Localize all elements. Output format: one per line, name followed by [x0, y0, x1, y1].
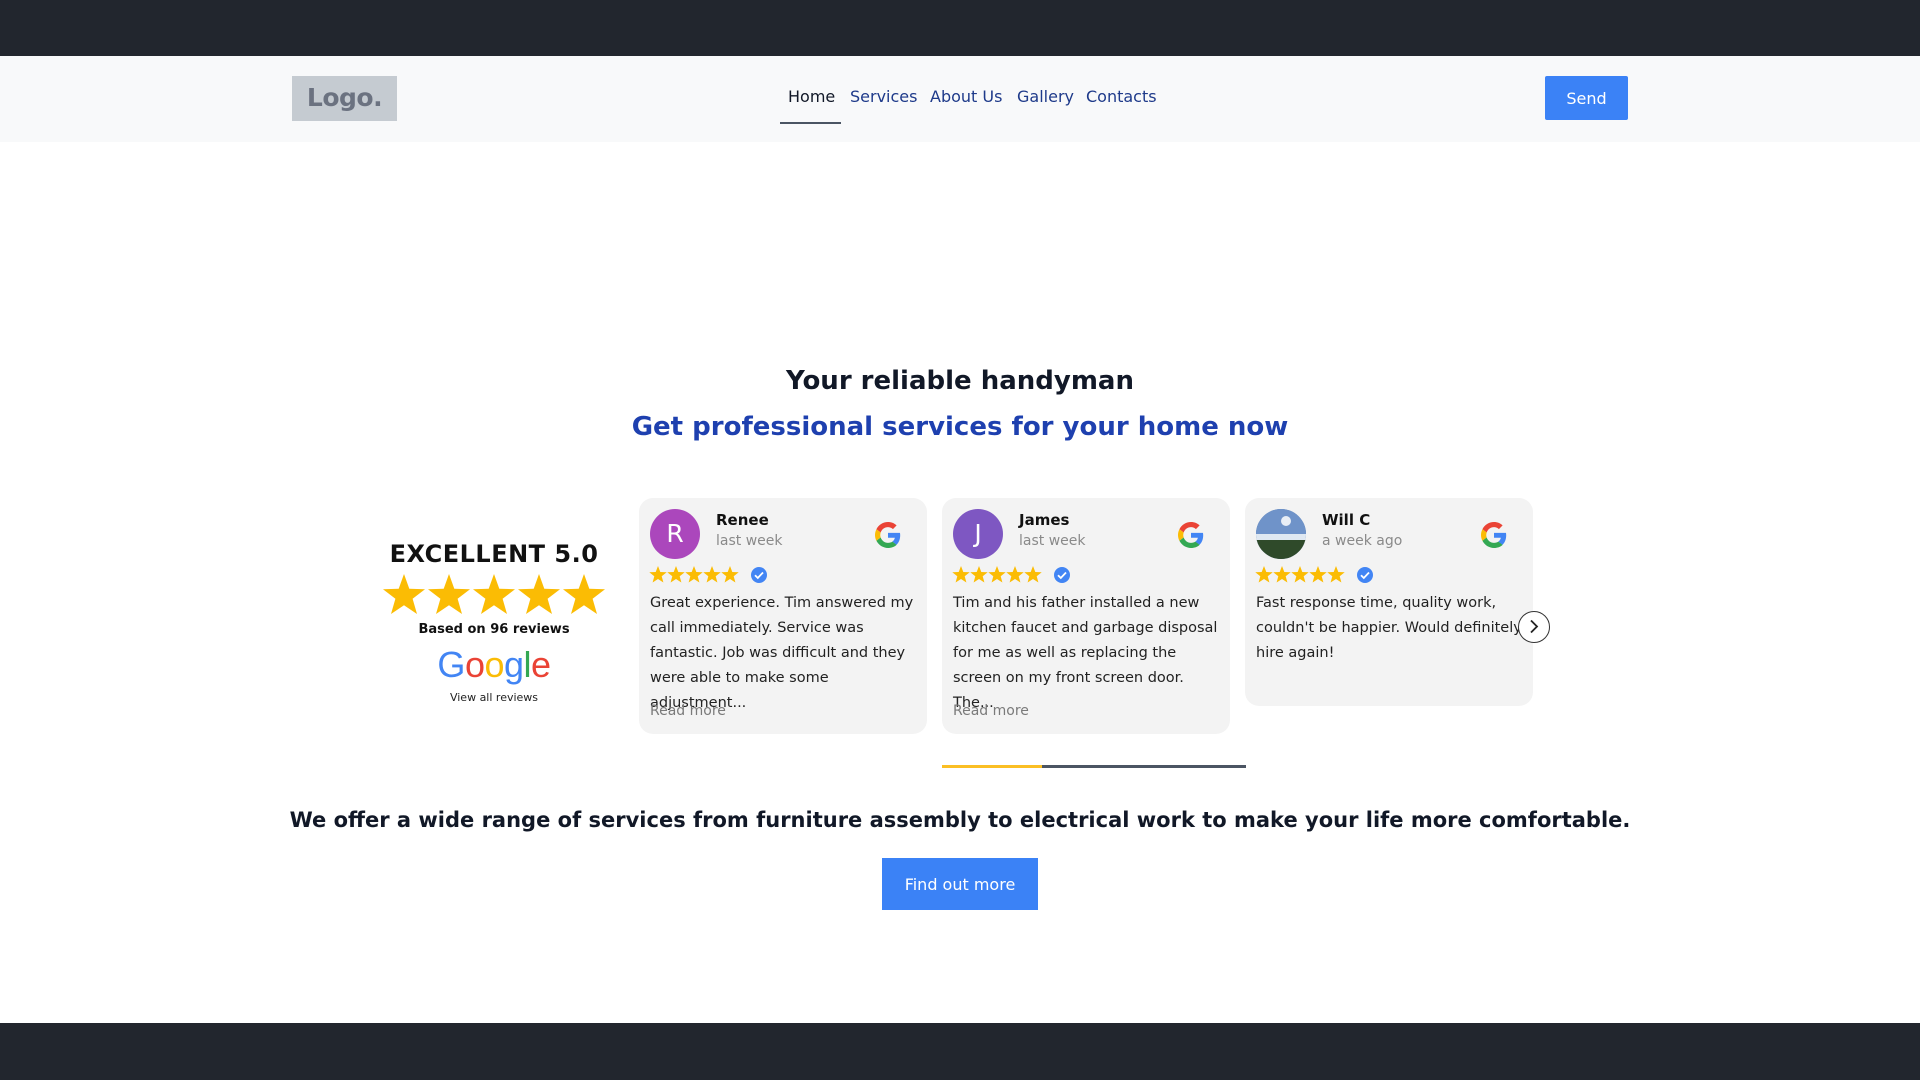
- carousel-progress: [942, 765, 1246, 768]
- active-nav-underline: [780, 122, 841, 124]
- avatar: R: [650, 509, 700, 559]
- nav-about-us[interactable]: About Us: [930, 87, 1002, 106]
- review-text: Tim and his father installed a new kitch…: [953, 595, 1218, 711]
- review-stars-icon: [1255, 566, 1345, 583]
- top-bar: [0, 0, 1920, 56]
- review-text: Great experience. Tim answered my call i…: [650, 595, 914, 711]
- read-more-link[interactable]: Read more: [650, 703, 726, 719]
- star-icon: [518, 574, 560, 614]
- verified-badge-icon: [1357, 567, 1373, 583]
- review-time: last week: [716, 533, 783, 549]
- avatar-photo-icon: [1256, 509, 1306, 559]
- reviewer-name: Renee: [716, 511, 769, 529]
- google-g-icon: [875, 522, 901, 548]
- nav-services[interactable]: Services: [850, 87, 917, 106]
- five-star-rating-icon: [383, 574, 605, 614]
- reviews-summary: EXCELLENT 5.0 Based on 96 reviews Google…: [375, 540, 613, 704]
- google-g-icon: [1178, 522, 1204, 548]
- star-icon: [473, 574, 515, 614]
- view-all-reviews-link[interactable]: View all reviews: [375, 691, 613, 704]
- google-logo: Google: [437, 644, 551, 685]
- find-out-more-button[interactable]: Find out more: [882, 858, 1038, 910]
- services-tagline: We offer a wide range of services from f…: [289, 808, 1631, 832]
- star-icon: [383, 574, 425, 614]
- review-text: Fast response time, quality work, couldn…: [1256, 595, 1522, 661]
- review-card: Will C a week ago Fast response time, qu…: [1245, 498, 1533, 706]
- summary-title: EXCELLENT 5.0: [389, 540, 599, 568]
- carousel-next-button[interactable]: [1518, 611, 1550, 643]
- chevron-right-icon: [1530, 619, 1539, 634]
- main-nav: Home Services About Us Gallery Contacts: [0, 56, 1920, 142]
- nav-home[interactable]: Home: [788, 87, 835, 106]
- hero-subtitle: Get professional services for your home …: [631, 412, 1289, 442]
- star-icon: [563, 574, 605, 614]
- review-time: a week ago: [1322, 533, 1403, 549]
- reviews-count: Based on 96 reviews: [418, 622, 570, 637]
- star-icon: [428, 574, 470, 614]
- summary-stars: [375, 572, 613, 620]
- reviewer-name: James: [1019, 511, 1070, 529]
- carousel-progress-fill: [942, 765, 1043, 768]
- navbar: Logo. Home Services About Us Gallery Con…: [0, 56, 1920, 142]
- review-stars-icon: [952, 566, 1042, 583]
- verified-badge-icon: [1054, 567, 1070, 583]
- review-card: R Renee last week Great experience. Tim …: [639, 498, 927, 734]
- review-card: J James last week Tim and his father ins…: [942, 498, 1230, 734]
- send-button[interactable]: Send: [1545, 76, 1628, 120]
- google-g-icon: [1481, 522, 1507, 548]
- review-time: last week: [1019, 533, 1086, 549]
- hero-title: Your reliable handyman: [786, 366, 1134, 396]
- avatar: J: [953, 509, 1003, 559]
- nav-gallery[interactable]: Gallery: [1017, 87, 1074, 106]
- footer-bar: [0, 1023, 1920, 1080]
- review-stars-icon: [649, 566, 739, 583]
- reviewer-name: Will C: [1322, 511, 1371, 529]
- read-more-link[interactable]: Read more: [953, 703, 1029, 719]
- nav-contacts[interactable]: Contacts: [1086, 87, 1157, 106]
- verified-badge-icon: [751, 567, 767, 583]
- avatar: [1256, 509, 1306, 559]
